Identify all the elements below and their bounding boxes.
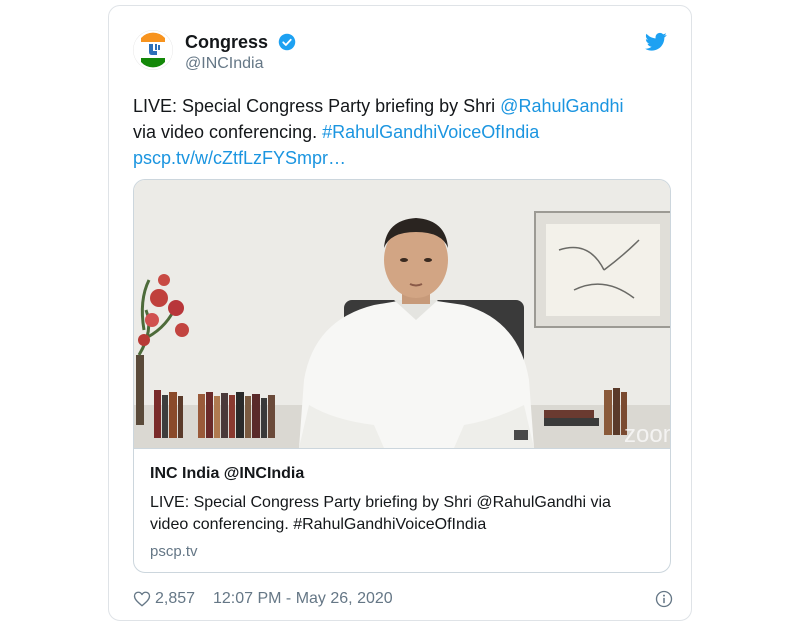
twitter-bird-icon[interactable] <box>645 32 667 52</box>
zoom-watermark: zoom <box>624 421 670 448</box>
tweet-text: LIVE: Special Congress Party briefing by… <box>133 93 673 171</box>
tweet-text-part: LIVE: Special Congress Party briefing by… <box>133 96 501 116</box>
card-body: INC India @INCIndia LIVE: Special Congre… <box>134 448 670 572</box>
tweet-text-part: via video conferencing. <box>133 122 323 142</box>
tweet-footer: 2,857 12:07 PM - May 26, 2020 <box>133 590 673 610</box>
tweet-timestamp[interactable]: 12:07 PM - May 26, 2020 <box>213 590 393 608</box>
card-domain: pscp.tv <box>150 543 198 560</box>
author-name[interactable]: Congress <box>185 32 268 53</box>
hashtag-link[interactable]: #RahulGandhiVoiceOfIndia <box>322 122 539 142</box>
tweet-url-link[interactable]: pscp.tv/w/cZtfLzFYSmpr… <box>133 148 346 168</box>
info-icon[interactable] <box>655 590 673 608</box>
author-handle[interactable]: @INCIndia <box>185 55 264 73</box>
verified-icon <box>278 33 296 51</box>
heart-icon[interactable] <box>133 590 151 608</box>
link-preview-card[interactable]: zoom INC India @INCIndia LIVE: Special C… <box>133 179 671 573</box>
card-title: INC India @INCIndia <box>150 465 305 482</box>
video-thumbnail[interactable]: zoom <box>134 180 670 448</box>
avatar[interactable] <box>133 30 173 70</box>
card-description: LIVE: Special Congress Party briefing by… <box>150 494 611 533</box>
like-count[interactable]: 2,857 <box>155 590 195 608</box>
tweet-card: Congress @INCIndia LIVE: Special Congres… <box>108 5 692 621</box>
mention-link[interactable]: @RahulGandhi <box>500 96 623 116</box>
